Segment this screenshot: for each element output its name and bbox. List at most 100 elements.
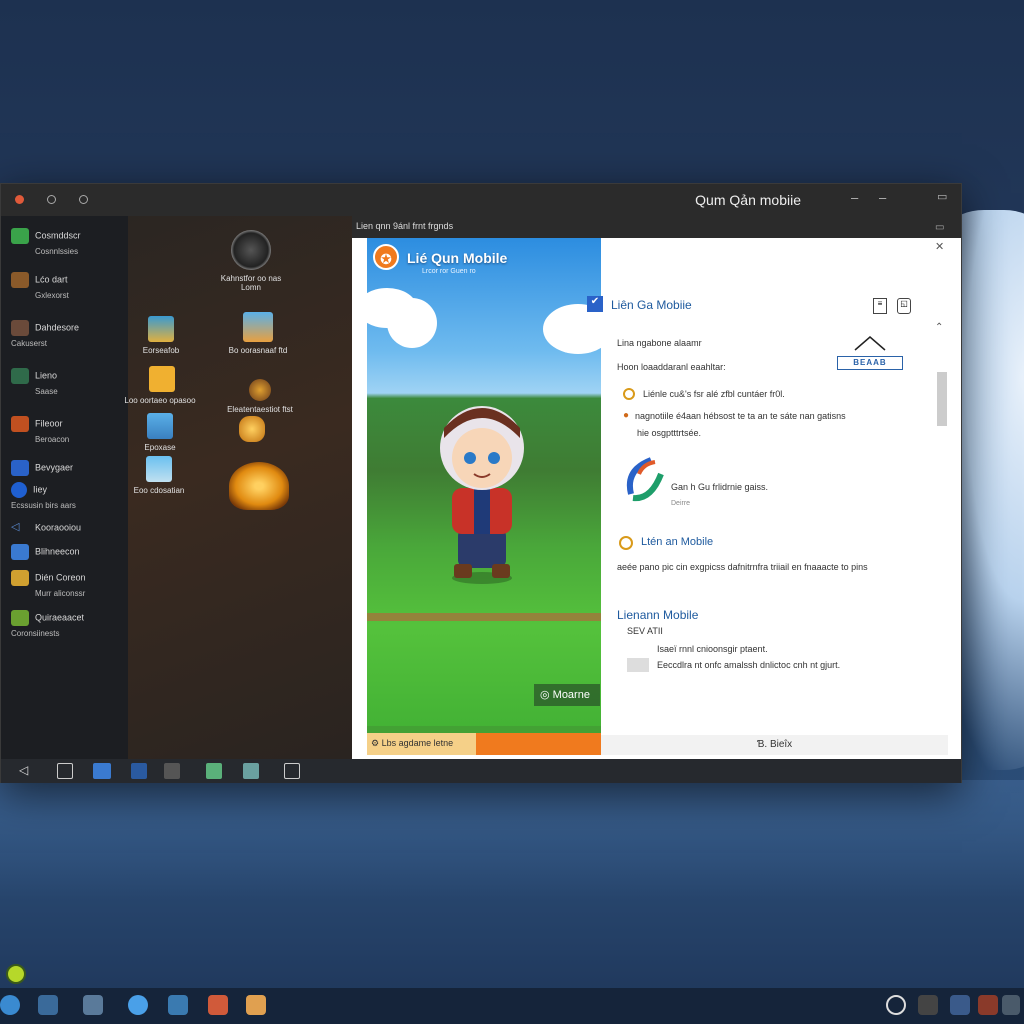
game-bottom-bar[interactable]: ⚙ Lbs agdame letne <box>367 733 601 755</box>
picture-icon <box>146 456 172 482</box>
desktop-icon-4[interactable] <box>128 366 196 396</box>
sidebar: Cosmddscr Cosnnlssies Lćo dart Gxlexorst… <box>1 216 128 759</box>
chat-icon[interactable] <box>886 995 906 1015</box>
sidebar-item-label: Dién Coreon <box>35 572 86 583</box>
maximize-icon[interactable]: ▭ <box>937 190 947 203</box>
sidebar-item-sublabel: Beroacon <box>35 435 70 444</box>
sidebar-item-9[interactable]: Blihneecon <box>11 544 123 560</box>
sidebar-item-sublabel: Saase <box>35 387 58 396</box>
app-icon <box>147 413 173 439</box>
desktop-icon-7[interactable]: Epoxase <box>140 413 180 452</box>
tray-icon[interactable] <box>950 995 970 1015</box>
window-icon[interactable] <box>57 763 73 779</box>
sidebar-item-label: Fileoor <box>35 418 63 429</box>
desktop-icon-3[interactable]: Bo oorasnaaf ftd <box>223 312 293 355</box>
maximize-dot-icon[interactable] <box>79 195 88 204</box>
minimize-icon[interactable]: – <box>851 190 858 205</box>
desktop-icon-label: Epoxase <box>144 443 176 452</box>
sidebar-item-label: Cosmddscr <box>35 230 81 241</box>
system-taskbar <box>0 988 1024 1024</box>
partner-sub: Deirre <box>671 500 691 507</box>
desktop-area: Kahnstfor oo nas Lomn Eorseafob Bo ooras… <box>124 216 352 759</box>
bullet-icon: ● <box>623 410 630 421</box>
more-button[interactable]: ◎ Moarne <box>534 684 600 706</box>
sidebar-item-5[interactable]: Fileoor Beroacon <box>11 416 123 444</box>
sidebar-item-sublabel: Ecssusin birs aars <box>11 501 76 510</box>
user-icon[interactable] <box>918 995 938 1015</box>
editor-icon[interactable] <box>168 995 188 1015</box>
desktop-icon-2[interactable]: Eorseafob <box>136 316 186 355</box>
section-title: Ltén an Mobile <box>641 536 714 548</box>
photos-icon[interactable] <box>206 763 222 779</box>
edge-icon <box>11 482 27 498</box>
sidebar-item-2[interactable]: Lćo dart Gxlexorst <box>11 272 123 300</box>
more-label: Moarne <box>552 689 590 701</box>
desktop-icon-label: Lomn <box>240 283 261 292</box>
game-subtitle: Lrcor ror Guen ro <box>422 268 476 275</box>
emblem-icon <box>249 379 271 401</box>
app-badge-icon[interactable] <box>6 964 26 984</box>
minimize-dot-icon[interactable] <box>47 195 56 204</box>
sidebar-item-8[interactable]: ◁ Kooraooiou <box>11 520 123 536</box>
content-address-bar: Lien qnn 9ánl frnt frgnds <box>352 216 961 238</box>
store-icon[interactable] <box>208 995 228 1015</box>
image-icon <box>148 316 174 342</box>
desktop-icon-label: Eleatentaestiot ftst <box>227 405 293 414</box>
sidebar-item-6[interactable]: Bevygaer <box>11 460 123 476</box>
browser-icon[interactable] <box>128 995 148 1015</box>
tray-game-icon[interactable] <box>978 995 998 1015</box>
window-icon <box>11 460 29 476</box>
partner-logo-icon <box>627 457 664 502</box>
sidebar-item-label: Kooraooiou <box>35 522 82 533</box>
mail-icon[interactable] <box>131 763 147 779</box>
document-icon <box>11 570 29 586</box>
back-arrow-icon[interactable]: ◁ <box>19 763 28 777</box>
status-bar: Ɓ. Bieîx <box>601 735 948 755</box>
sidebar-item-3[interactable]: Dahdesore Cakuserst <box>11 320 123 348</box>
gallery-icon[interactable] <box>243 763 259 779</box>
desktop-icon-1[interactable]: Kahnstfor oo nas Lomn <box>216 230 286 292</box>
game-icon <box>11 272 29 288</box>
desktop-icon-8[interactable]: Eoo cdosatian <box>131 456 187 495</box>
desktop-icon-6[interactable]: Eleatentaestiot ftst <box>224 379 296 414</box>
document-icon[interactable]: ≡ <box>873 298 887 314</box>
checkbox[interactable] <box>627 658 649 672</box>
scrollbar-thumb[interactable] <box>937 372 947 426</box>
app-icon: ✔ <box>587 296 603 312</box>
start-icon[interactable] <box>0 995 20 1015</box>
badge-label: BEAAB <box>837 356 903 370</box>
scroll-up-icon[interactable]: ⌃ <box>935 322 943 333</box>
sidebar-item-7[interactable]: Iiey Ecssusin birs aars <box>11 482 123 510</box>
game-character-image <box>440 406 524 584</box>
scrollbar[interactable]: ⌃ <box>935 322 949 676</box>
panel-line: Lina ngabone alaamr <box>617 338 702 348</box>
trophy-small-icon[interactable] <box>232 416 272 446</box>
game-controller-icon[interactable] <box>164 763 180 779</box>
close-dot-icon[interactable] <box>15 195 24 204</box>
restore-icon[interactable]: ▭ <box>935 222 944 233</box>
desktop-view-icon[interactable] <box>83 995 103 1015</box>
app-store-icon[interactable] <box>93 763 111 779</box>
sidebar-item-11[interactable]: Quiraeaacet Coronsiinests <box>11 610 123 638</box>
panel-line: aeée pano pic cin exgpicss dafnitrnfra t… <box>617 562 868 572</box>
explorer-icon[interactable] <box>38 995 58 1015</box>
sidebar-item-10[interactable]: Dién Coreon Murr aliconssr <box>11 570 123 598</box>
desktop-icon[interactable] <box>284 763 300 779</box>
tray-settings-icon[interactable] <box>1002 995 1020 1015</box>
copy-icon[interactable]: ◱ <box>897 298 911 314</box>
sidebar-item-1[interactable]: Cosmddscr Cosnnlssies <box>11 228 123 256</box>
game-title: Lié Qun Mobile <box>407 250 508 266</box>
info-circle-icon <box>619 536 633 550</box>
app-window: Qum Qản mobiie – – ▭ Cosmddscr Cosnnlssi… <box>0 183 962 783</box>
game-banner[interactable]: ✪ Lié Qun Mobile Lrcor ror Guen ro ◎ Moa… <box>367 238 601 755</box>
sidebar-item-4[interactable]: Lieno Saase <box>11 368 123 396</box>
desktop-icon-5[interactable]: Loo oortaeo opasoo <box>122 396 198 405</box>
trophy-icon[interactable] <box>224 462 294 514</box>
restore-icon[interactable]: – <box>879 190 886 205</box>
panel-line: Eeccdlra nt onfc amalssh dnlictoc cnh nt… <box>657 660 841 670</box>
photos-app-icon[interactable] <box>246 995 266 1015</box>
cloud-shape <box>387 298 437 348</box>
close-icon[interactable]: ✕ <box>935 240 944 253</box>
cloud-icon <box>11 544 29 560</box>
sidebar-item-sublabel: Gxlexorst <box>35 291 69 300</box>
